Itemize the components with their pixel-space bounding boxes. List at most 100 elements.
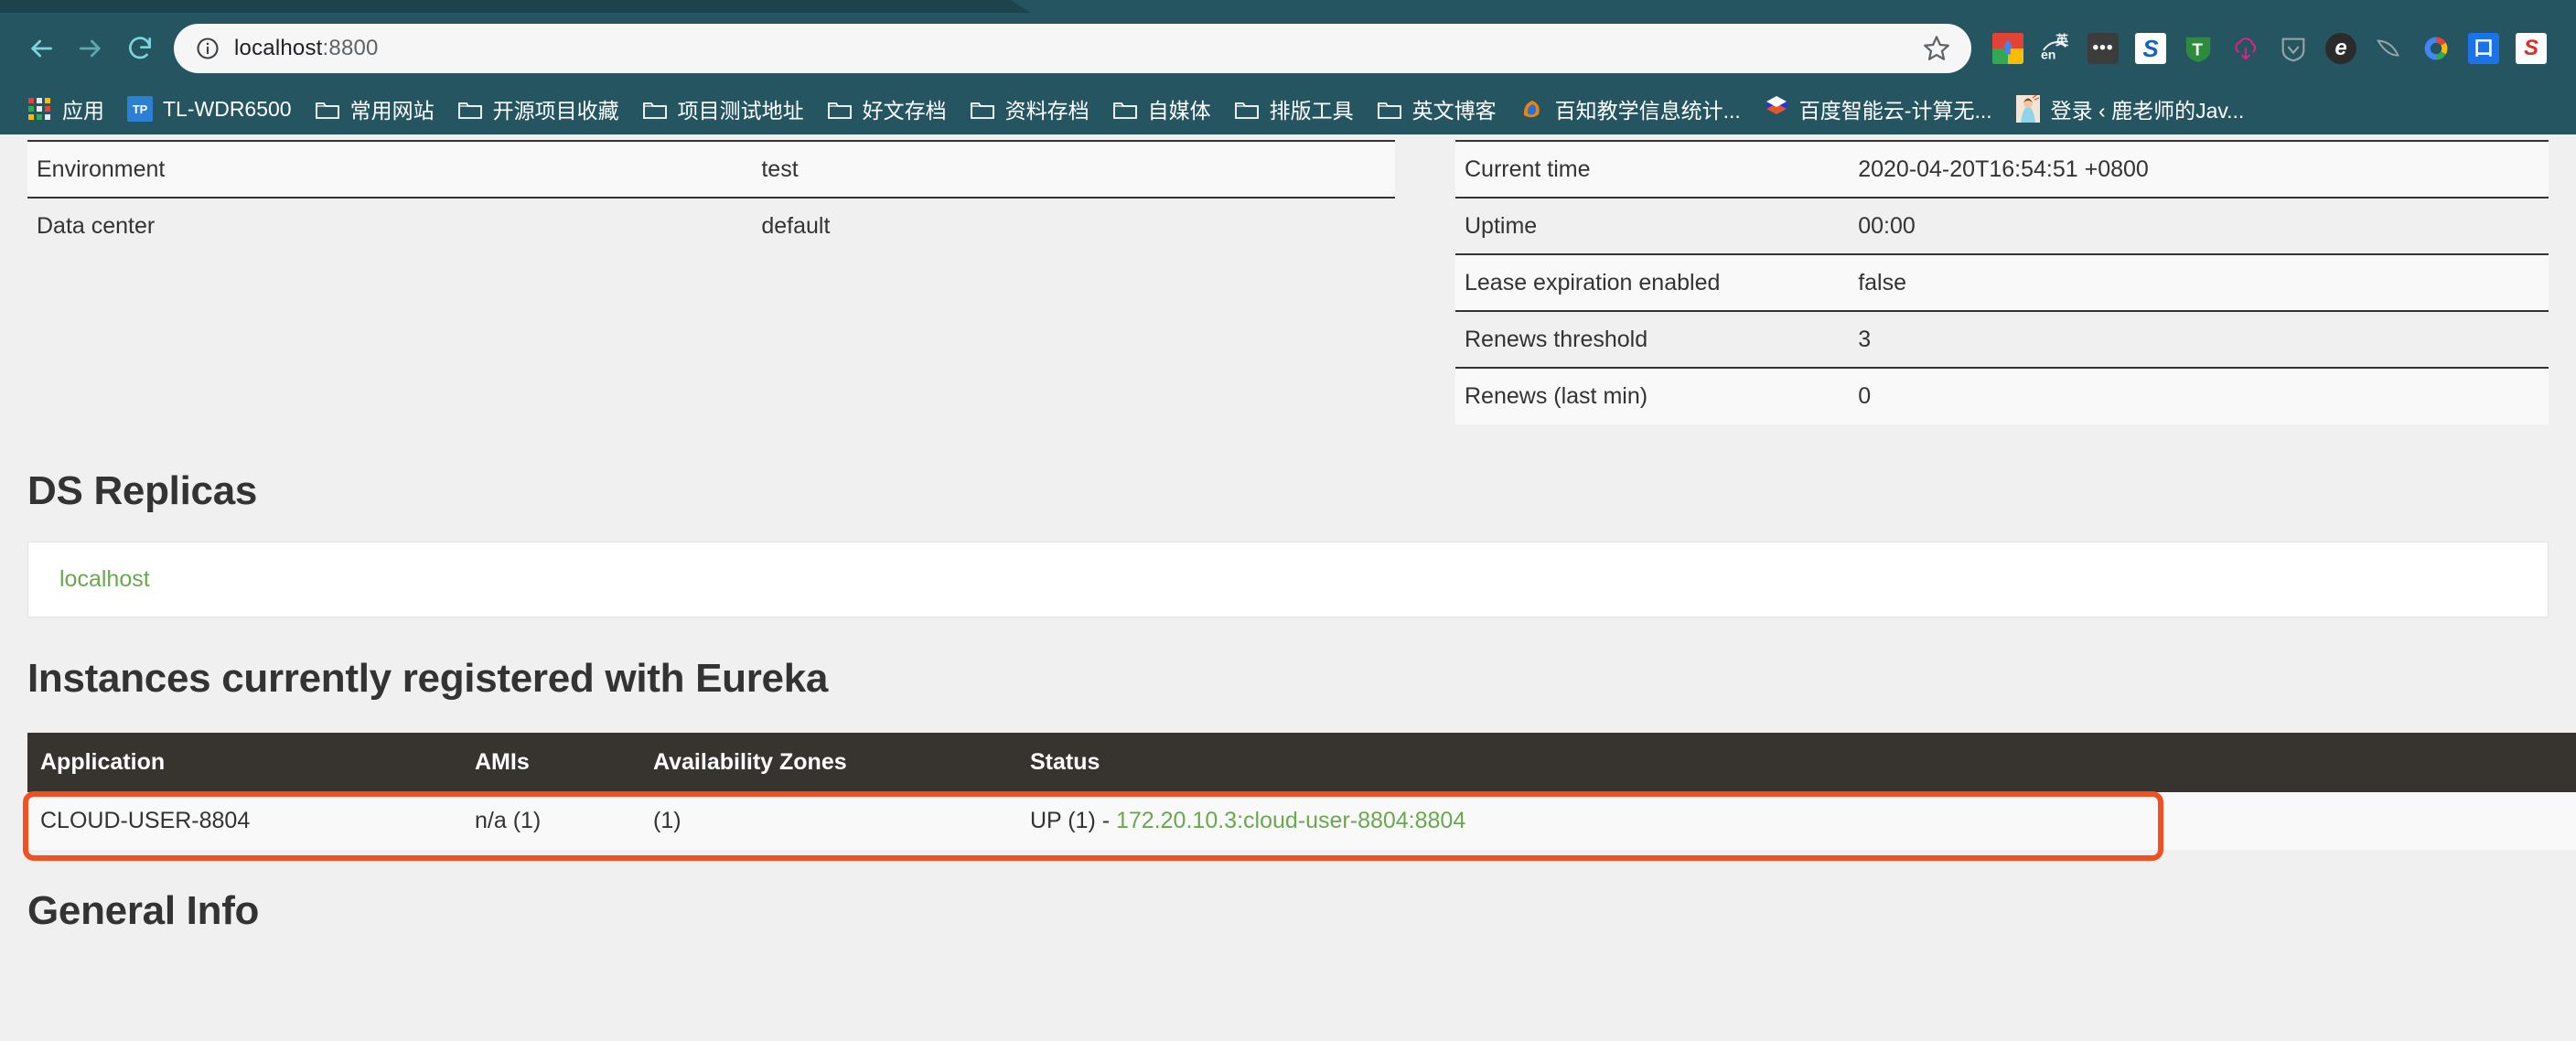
row-value: test — [752, 140, 1395, 198]
bookmark-label: 百知教学信息统计... — [1554, 99, 1741, 123]
url-text[interactable]: localhost:8800 — [234, 36, 1918, 61]
chrome-download-glyph — [1992, 32, 2023, 64]
environment-table-wrap: Environment test Data center default — [27, 140, 1395, 424]
adblock-shield-icon[interactable] — [2270, 24, 2317, 73]
row-value: 0 — [1849, 367, 2549, 424]
instance-link[interactable]: 172.20.10.3:cloud-user-8804:8804 — [1116, 808, 1465, 833]
ds-replicas-panel: localhost — [27, 542, 2549, 617]
bookmark-baizhi[interactable]: 百知教学信息统计... — [1508, 89, 1752, 129]
bookmark-label: TL-WDR6500 — [163, 96, 292, 121]
status-prefix: UP (1) - — [1030, 808, 1116, 833]
edge-e-icon[interactable]: e — [2317, 24, 2365, 73]
bookmark-label: 应用 — [62, 99, 104, 123]
folder-icon — [456, 95, 484, 123]
bookmark-common-sites[interactable]: 常用网站 — [303, 89, 445, 129]
active-tab[interactable] — [0, 0, 1031, 13]
bookmark-label: 好文存档 — [862, 99, 947, 123]
top-info-tables: Environment test Data center default Cur… — [0, 140, 2576, 424]
cloud-download-glyph — [2235, 37, 2257, 60]
folder-icon — [1376, 95, 1403, 123]
row-value: false — [1849, 253, 2549, 311]
scribe-icon[interactable]: S — [2507, 24, 2555, 73]
general-info-heading: General Info — [27, 888, 260, 933]
avatar-glyph — [2015, 95, 2040, 123]
sogou-icon[interactable]: S — [2127, 24, 2174, 73]
table-row: CLOUD-USER-8804 n/a (1) (1) UP (1) - 172… — [27, 792, 2576, 850]
row-key: Environment — [27, 140, 753, 198]
ds-replicas-heading: DS Replicas — [27, 468, 258, 513]
bookmark-tl-wdr6500[interactable]: TP TL-WDR6500 — [115, 89, 303, 129]
bookmark-label: 资料存档 — [1004, 99, 1089, 123]
bookmark-lu-teacher-java[interactable]: 登录 ‹ 鹿老师的Jav... — [2003, 89, 2256, 129]
url-port: :8800 — [322, 35, 379, 60]
more-dots-icon[interactable]: ••• — [2079, 24, 2127, 73]
bookmark-typesetting[interactable]: 排版工具 — [1222, 89, 1365, 129]
tp-link-icon: TP — [126, 95, 154, 123]
google-g-glyph — [2424, 37, 2448, 59]
address-bar[interactable]: localhost:8800 — [174, 23, 1971, 73]
bookmark-materials[interactable]: 资料存档 — [958, 89, 1100, 129]
chrome-download-icon[interactable] — [1984, 24, 2032, 73]
bookmark-good-articles[interactable]: 好文存档 — [815, 89, 958, 129]
reload-icon — [129, 36, 151, 59]
table-row: Renews (last min) 0 — [1455, 367, 2549, 424]
baidu-cloud-glyph — [1766, 96, 1787, 114]
reload-button[interactable] — [115, 24, 165, 73]
eureka-dashboard-page: Environment test Data center default Cur… — [0, 134, 2576, 1041]
leaf-icon[interactable] — [2365, 24, 2412, 73]
bookmark-apps[interactable]: 应用 — [15, 89, 115, 129]
status-table: Current time 2020-04-20T16:54:51 +0800 U… — [1455, 140, 2549, 424]
row-key: Renews (last min) — [1455, 367, 1850, 424]
column-header-amis: AMIs — [462, 733, 640, 792]
table-row: Data center default — [27, 197, 1395, 254]
google-chrome-icon[interactable] — [2412, 24, 2460, 73]
row-key: Current time — [1455, 140, 1850, 198]
tab-strip[interactable] — [0, 0, 2576, 13]
avatar-icon — [2014, 95, 2042, 123]
svg-text:T: T — [2192, 40, 2203, 59]
thunder-shield-glyph: T — [2185, 37, 2211, 62]
instances-table: Application AMIs Availability Zones Stat… — [27, 733, 2576, 850]
forward-arrow-icon — [80, 39, 101, 57]
column-header-status: Status — [1017, 733, 2576, 792]
folder-icon — [1233, 95, 1261, 123]
table-row: Renews threshold 3 — [1455, 310, 2549, 368]
cell-availability-zones: (1) — [640, 792, 1017, 850]
youdao-icon[interactable]: 口 — [2460, 24, 2507, 73]
thunder-shield-icon[interactable]: T — [2174, 24, 2222, 73]
table-row: Current time 2020-04-20T16:54:51 +0800 — [1455, 140, 2549, 198]
translate-icon[interactable]: en 英 — [2032, 24, 2079, 73]
cloud-download-icon[interactable] — [2222, 24, 2270, 73]
bookmark-self-media[interactable]: 自媒体 — [1100, 89, 1222, 129]
browser-toolbar: localhost:8800 en 英 ••• S T e 口 S — [0, 13, 2576, 83]
bookmark-open-source[interactable]: 开源项目收藏 — [445, 89, 630, 129]
bookmark-star-icon[interactable] — [1918, 30, 1955, 67]
svg-text:英: 英 — [2055, 33, 2069, 48]
bookmark-label: 项目测试地址 — [677, 99, 804, 123]
url-host: localhost — [234, 35, 323, 60]
leaf-glyph — [2376, 38, 2399, 57]
table-header-row: Application AMIs Availability Zones Stat… — [27, 733, 2576, 792]
bookmark-baidu-cloud[interactable]: 百度智能云-计算无... — [1752, 89, 2003, 129]
baizhi-icon — [1519, 95, 1546, 123]
bookmark-label: 英文博客 — [1411, 99, 1497, 123]
row-key: Data center — [27, 197, 753, 254]
row-value: 2020-04-20T16:54:51 +0800 — [1849, 140, 2549, 198]
forward-button[interactable] — [66, 24, 115, 73]
environment-table: Environment test Data center default — [27, 140, 1395, 254]
back-button[interactable] — [16, 24, 66, 73]
row-key: Lease expiration enabled — [1455, 253, 1850, 311]
baidu-cloud-icon — [1763, 95, 1790, 123]
column-header-availability-zones: Availability Zones — [640, 733, 1017, 792]
browser-chrome: localhost:8800 en 英 ••• S T e 口 S 应用 TP … — [0, 0, 2576, 134]
bookmark-english-blog[interactable]: 英文博客 — [1365, 89, 1508, 129]
cell-status: UP (1) - 172.20.10.3:cloud-user-8804:880… — [1017, 792, 2576, 850]
row-key: Renews threshold — [1455, 310, 1850, 368]
row-value: 00:00 — [1849, 197, 2549, 254]
bookmark-label: 排版工具 — [1269, 99, 1354, 123]
ds-replica-link[interactable]: localhost — [59, 566, 150, 593]
info-circle-icon[interactable] — [194, 35, 221, 62]
bookmark-project-test[interactable]: 项目测试地址 — [630, 89, 815, 129]
bookmark-label: 自媒体 — [1147, 99, 1211, 123]
folder-icon — [314, 95, 341, 123]
